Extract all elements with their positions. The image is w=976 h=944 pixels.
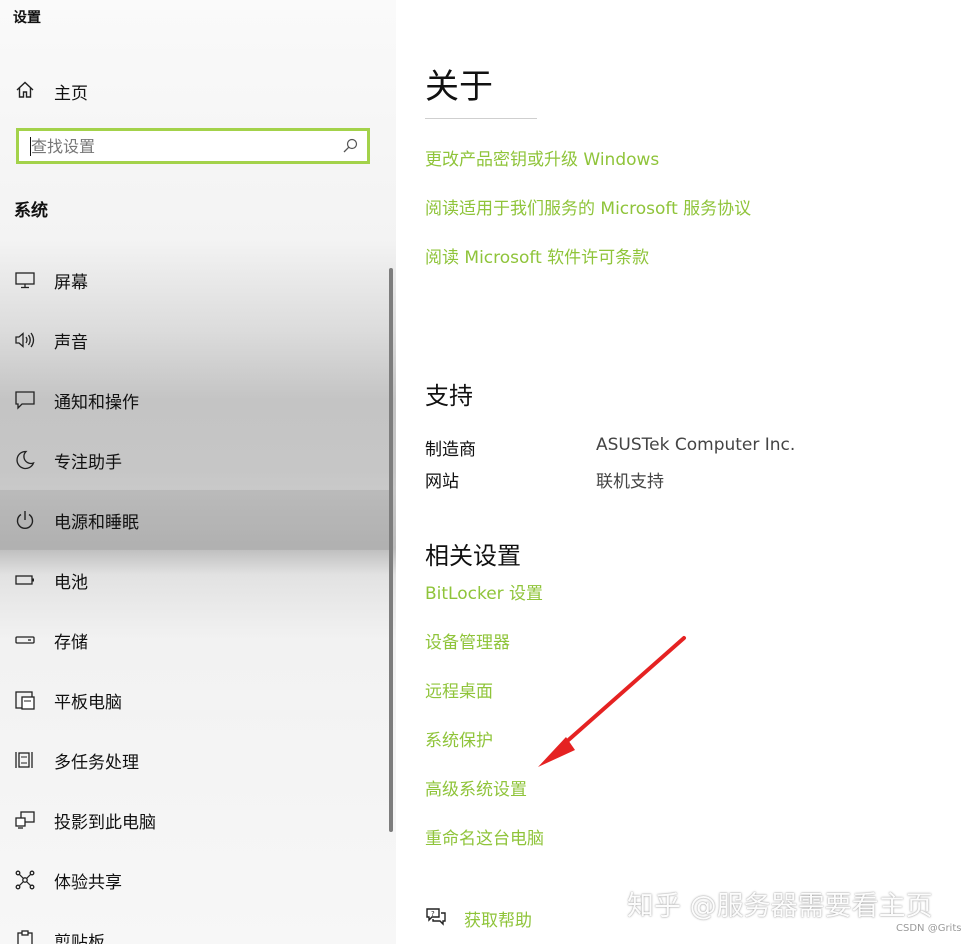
app-title: 设置	[13, 10, 41, 26]
sidebar-item-label: 主页	[54, 84, 88, 104]
link-software-license-terms[interactable]: 阅读 Microsoft 软件许可条款	[425, 243, 649, 268]
link-rename-pc[interactable]: 重命名这台电脑	[425, 824, 544, 849]
sidebar-item-battery[interactable]: 电池	[0, 550, 390, 610]
credit-text: CSDN @Grits	[896, 923, 962, 934]
battery-icon	[14, 569, 36, 591]
sidebar-item-notifications[interactable]: 通知和操作	[0, 370, 390, 430]
sidebar-item-clipboard[interactable]: 剪贴板	[0, 910, 390, 944]
sidebar-item-shared-experiences[interactable]: 体验共享	[0, 850, 390, 910]
clipboard-icon	[14, 929, 36, 944]
section-heading: 系统	[14, 201, 48, 221]
moon-icon	[14, 449, 36, 471]
get-help-label: 获取帮助	[464, 911, 532, 931]
sidebar-item-display[interactable]: 屏幕	[0, 250, 390, 310]
related-settings-heading: 相关设置	[425, 542, 521, 570]
manufacturer-value: ASUSTek Computer Inc.	[596, 435, 796, 455]
notification-icon	[14, 389, 36, 411]
sidebar-item-storage[interactable]: 存储	[0, 610, 390, 670]
link-system-protection[interactable]: 系统保护	[425, 726, 493, 751]
speaker-icon	[14, 329, 36, 351]
sidebar-item-label: 投影到此电脑	[54, 813, 156, 833]
help-chat-icon: ?	[424, 906, 448, 930]
main-content: 关于 更改产品密钥或升级 Windows 阅读适用于我们服务的 Microsof…	[396, 0, 976, 944]
sidebar-item-focus-assist[interactable]: 专注助手	[0, 430, 390, 490]
sidebar-item-tablet[interactable]: 平板电脑	[0, 670, 390, 730]
support-heading: 支持	[425, 382, 473, 410]
sidebar: 设置 主页 系统 屏幕	[0, 0, 396, 944]
search-icon[interactable]	[341, 137, 359, 155]
svg-text:?: ?	[431, 910, 435, 918]
power-icon	[14, 509, 36, 531]
sidebar-item-label: 声音	[54, 333, 88, 353]
sidebar-scrollbar[interactable]	[389, 268, 393, 832]
sidebar-item-sound[interactable]: 声音	[0, 310, 390, 370]
sidebar-item-label: 专注助手	[54, 453, 122, 473]
sidebar-item-multitasking[interactable]: 多任务处理	[0, 730, 390, 790]
sidebar-item-project-to-pc[interactable]: 投影到此电脑	[0, 790, 390, 850]
search-input[interactable]	[31, 131, 331, 161]
title-divider	[425, 118, 537, 119]
sidebar-item-label: 平板电脑	[54, 693, 122, 713]
text-caret	[30, 137, 31, 156]
sidebar-item-label: 屏幕	[54, 273, 88, 293]
manufacturer-label: 制造商	[425, 440, 476, 460]
monitor-icon	[14, 269, 36, 291]
link-advanced-system-settings[interactable]: 高级系统设置	[425, 775, 527, 800]
link-microsoft-services-agreement[interactable]: 阅读适用于我们服务的 Microsoft 服务协议	[425, 194, 751, 219]
storage-icon	[14, 629, 36, 651]
page-title: 关于	[425, 67, 493, 107]
link-bitlocker-settings[interactable]: BitLocker 设置	[425, 579, 543, 604]
share-icon	[14, 869, 36, 891]
link-device-manager[interactable]: 设备管理器	[425, 628, 510, 653]
link-remote-desktop[interactable]: 远程桌面	[425, 677, 493, 702]
watermark-text: 知乎 @服务器需要看主页	[627, 891, 933, 922]
sidebar-item-power-sleep[interactable]: 电源和睡眠	[0, 490, 390, 550]
project-icon	[14, 809, 36, 831]
sidebar-item-label: 电池	[54, 573, 88, 593]
sidebar-item-label: 剪贴板	[54, 933, 105, 944]
sidebar-item-home[interactable]: 主页	[0, 70, 396, 110]
website-label: 网站	[425, 472, 459, 492]
tablet-icon	[14, 689, 36, 711]
search-box	[16, 128, 370, 164]
sidebar-item-label: 电源和睡眠	[54, 513, 139, 533]
sidebar-item-label: 存储	[54, 633, 88, 653]
sidebar-item-label: 通知和操作	[54, 393, 139, 413]
link-change-product-key[interactable]: 更改产品密钥或升级 Windows	[425, 145, 659, 170]
get-help-link[interactable]: ? 获取帮助	[424, 904, 624, 932]
sidebar-item-label: 体验共享	[54, 873, 122, 893]
sidebar-item-label: 多任务处理	[54, 753, 139, 773]
home-icon	[14, 79, 36, 101]
link-online-support[interactable]: 联机支持	[596, 467, 664, 492]
multitask-icon	[14, 749, 36, 771]
